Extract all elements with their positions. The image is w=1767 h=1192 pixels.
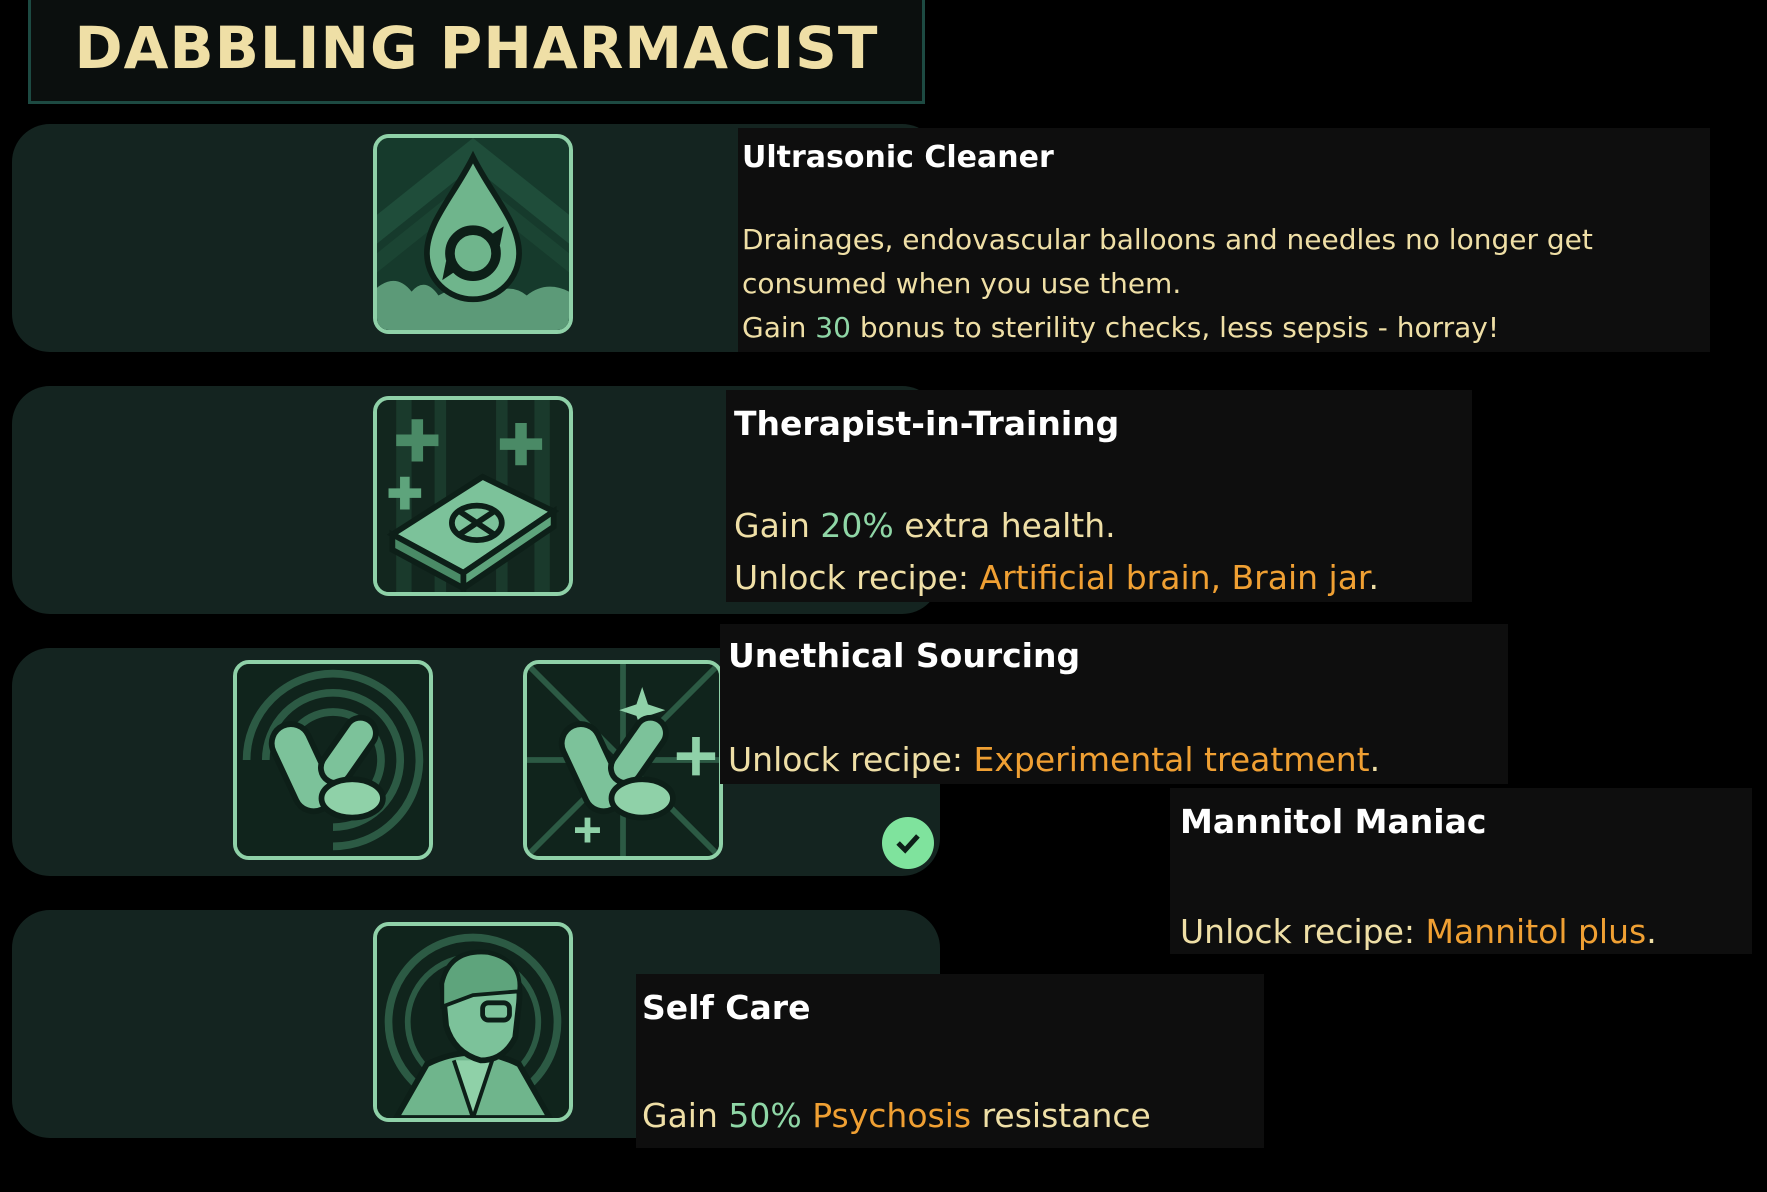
medical-book-icon[interactable] [373,396,573,596]
tooltip-title: Unethical Sourcing [728,636,1081,675]
tooltip-text: Gain 30 bonus to sterility checks, less … [742,311,1500,344]
scientist-portrait-icon[interactable] [373,922,573,1122]
pills-swirl-icon[interactable] [233,660,433,860]
tooltip-self-care: Self Care Gain 50% Psychosis resistance [636,974,1264,1148]
tooltip-title: Self Care [642,988,811,1027]
tooltip-text: Unlock recipe: Mannitol plus. [1180,912,1657,951]
tooltip-title: Mannitol Maniac [1180,802,1487,841]
skill-tree-title-panel: DABBLING PHARMACIST [28,0,925,104]
tooltip-title: Therapist-in-Training [734,404,1120,443]
tooltip-text: Drainages, endovascular balloons and nee… [742,223,1593,256]
tooltip-therapist-in-training: Therapist-in-Training Gain 20% extra hea… [726,390,1472,602]
checkmark-icon [882,817,934,869]
tooltip-text: Unlock recipe: Experimental treatment. [728,740,1381,779]
tooltip-title: Ultrasonic Cleaner [742,140,1054,175]
pills-sparkle-icon[interactable] [523,660,723,860]
tooltip-mannitol-maniac: Mannitol Maniac Unlock recipe: Mannitol … [1170,788,1752,954]
tooltip-text: Gain 50% Psychosis resistance [642,1096,1151,1135]
tooltip-text: consumed when you use them. [742,267,1182,300]
water-drop-cycle-icon[interactable] [373,134,573,334]
tooltip-text: Unlock recipe: Artificial brain, Brain j… [734,558,1379,597]
tooltip-ultrasonic-cleaner: Ultrasonic Cleaner Drainages, endovascul… [738,128,1710,352]
skill-tree-title: DABBLING PHARMACIST [74,13,879,82]
tooltip-text: Gain 20% extra health. [734,506,1116,545]
tooltip-unethical-sourcing: Unethical Sourcing Unlock recipe: Experi… [720,624,1508,784]
